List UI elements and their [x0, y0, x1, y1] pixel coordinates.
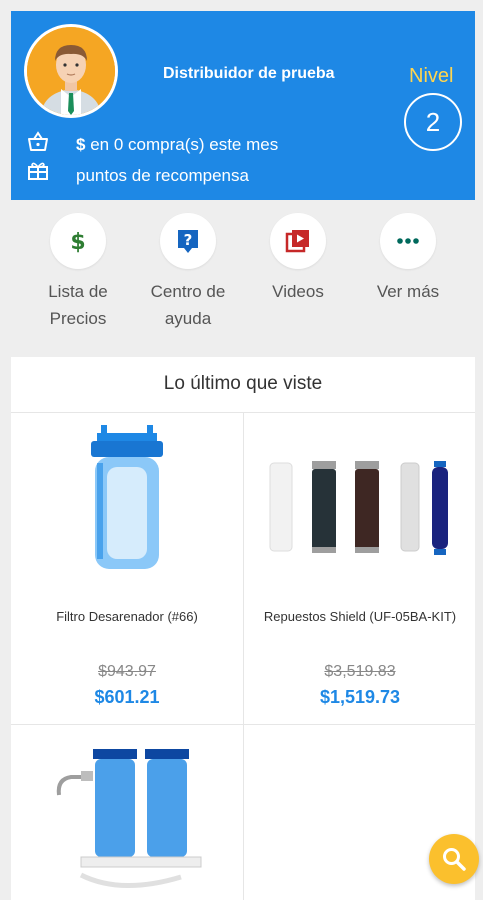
basket-icon: [26, 130, 50, 154]
recently-viewed-panel: Lo último que viste Filtro Desarenador (…: [11, 357, 475, 900]
svg-text:$: $: [70, 230, 85, 254]
product-name: Repuestos Shield (UF-05BA-KIT): [263, 609, 457, 624]
product-price: $601.21: [94, 687, 160, 707]
search-icon: [443, 848, 466, 871]
profile-card: Distribuidor de prueba Nivel 2 $ en 0 co…: [11, 11, 475, 200]
recently-viewed-title: Lo último que viste: [11, 357, 475, 413]
more-icon: [397, 238, 419, 244]
quick-actions: $ Lista de Precios ? Centro de ayuda Video…: [0, 213, 483, 338]
product-name: Filtro Desarenador (#66): [56, 609, 198, 624]
product-image: [269, 461, 448, 555]
more-button[interactable]: Ver más: [353, 213, 463, 305]
videos-button[interactable]: Videos: [243, 213, 353, 305]
svg-text:?: ?: [184, 231, 193, 249]
product-old-price: $3,519.83: [324, 663, 396, 680]
product-image: [56, 749, 202, 889]
more-label: Ver más: [376, 282, 440, 301]
price-list-label-2: Precios: [49, 309, 107, 328]
product-price: $1,519.73: [319, 687, 401, 707]
purchases-stat: $ en 0 compra(s) este mes: [76, 135, 278, 155]
help-center-label-2: ayuda: [164, 309, 212, 328]
purchases-text: en 0 compra(s) este mes: [85, 135, 279, 154]
avatar[interactable]: [24, 24, 118, 118]
price-list-button[interactable]: $ Lista de Precios: [23, 213, 133, 332]
help-center-label-1: Centro de: [150, 282, 226, 301]
search-fab[interactable]: [429, 834, 479, 884]
videos-label: Videos: [272, 282, 324, 301]
product-card[interactable]: Filtro Desarenador (#66) $943.97 $601.21: [11, 413, 243, 724]
reward-points-stat: puntos de recompensa: [76, 166, 249, 185]
product-image: [91, 425, 163, 569]
product-card[interactable]: Repuestos Shield (UF-05BA-KIT) $3,519.83…: [243, 413, 475, 724]
product-card[interactable]: [11, 724, 243, 900]
level-badge: 2: [404, 93, 462, 151]
help-icon: ?: [178, 230, 198, 253]
help-center-button[interactable]: ? Centro de ayuda: [133, 213, 243, 332]
price-list-label-1: Lista de: [48, 282, 108, 301]
distributor-name: Distribuidor de prueba: [163, 65, 335, 82]
dollar-icon: $: [70, 230, 85, 254]
avatar-illustration: [27, 27, 115, 115]
product-old-price: $943.97: [98, 663, 156, 680]
gift-icon: [26, 158, 50, 182]
level-label: Nivel: [409, 65, 454, 87]
video-icon: [285, 230, 309, 253]
